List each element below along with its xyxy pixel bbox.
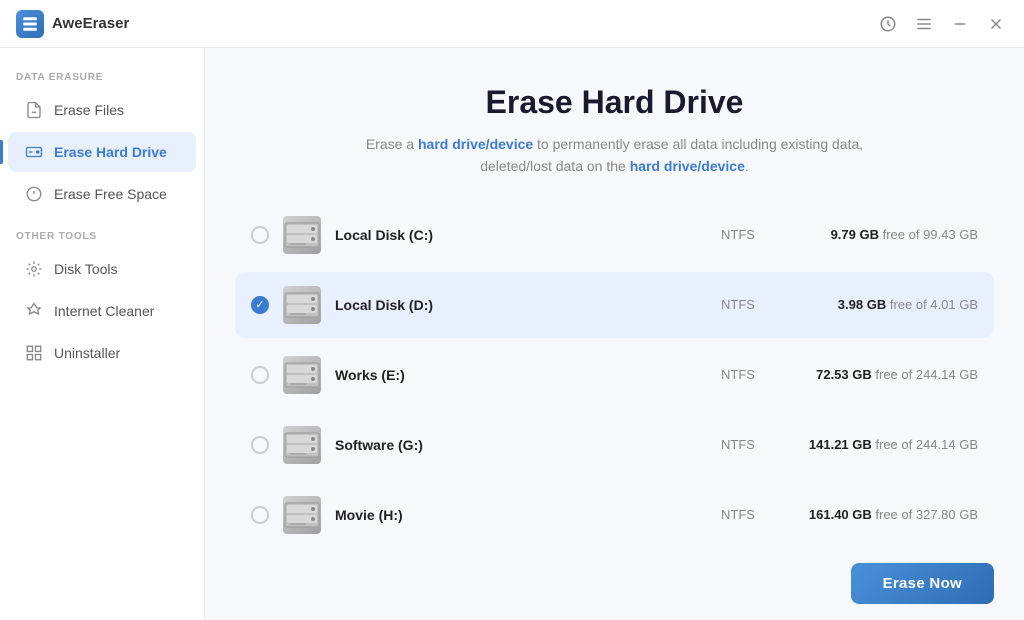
- main-layout: DATA ERASURE Erase Files Erase: [0, 48, 1024, 620]
- drive-radio: ✓: [251, 506, 269, 524]
- erase-now-button[interactable]: Erase Now: [851, 563, 994, 604]
- drive-icon: [283, 286, 321, 324]
- drive-name: Software (G:): [335, 437, 698, 453]
- drive-filesystem: NTFS: [698, 437, 778, 452]
- sidebar-item-erase-hard-drive-label: Erase Hard Drive: [54, 144, 167, 160]
- drive-row[interactable]: ✓ Works (E:)NTFS72.53 GB free of 244.14 …: [235, 342, 994, 408]
- menu-icon[interactable]: [912, 12, 936, 36]
- sidebar-item-erase-free-space[interactable]: Erase Free Space: [8, 174, 196, 214]
- drive-size: 9.79 GB free of 99.43 GB: [778, 227, 978, 242]
- drive-radio: ✓: [251, 296, 269, 314]
- sidebar-item-internet-cleaner[interactable]: Internet Cleaner: [8, 291, 196, 331]
- sidebar-item-erase-files[interactable]: Erase Files: [8, 90, 196, 130]
- drive-radio-check: ✓: [255, 298, 264, 311]
- sidebar: DATA ERASURE Erase Files Erase: [0, 48, 205, 620]
- erase-free-space-icon: [24, 184, 44, 204]
- sidebar-item-disk-tools[interactable]: Disk Tools: [8, 249, 196, 289]
- drive-radio: ✓: [251, 366, 269, 384]
- data-erasure-label: DATA ERASURE: [0, 72, 204, 83]
- close-icon[interactable]: [984, 12, 1008, 36]
- sidebar-item-internet-cleaner-label: Internet Cleaner: [54, 303, 154, 319]
- drive-filesystem: NTFS: [698, 227, 778, 242]
- drive-row[interactable]: ✓ Software (G:)NTFS141.21 GB free of 244…: [235, 412, 994, 478]
- app-icon: [16, 10, 44, 38]
- sidebar-item-erase-files-label: Erase Files: [54, 102, 124, 118]
- drive-list[interactable]: ✓ Local Disk (C:)NTFS9.79 GB free of 99.…: [205, 202, 1024, 547]
- drive-icon: [283, 426, 321, 464]
- drive-size: 72.53 GB free of 244.14 GB: [778, 367, 978, 382]
- sidebar-item-erase-free-space-label: Erase Free Space: [54, 186, 167, 202]
- drive-name: Works (E:): [335, 367, 698, 383]
- content-footer: Erase Now: [205, 547, 1024, 620]
- erase-hard-drive-icon: [24, 142, 44, 162]
- drive-row[interactable]: ✓ Local Disk (D:)NTFS3.98 GB free of 4.0…: [235, 272, 994, 338]
- drive-row[interactable]: ✓ Movie (H:)NTFS161.40 GB free of 327.80…: [235, 482, 994, 547]
- sidebar-item-uninstaller-label: Uninstaller: [54, 345, 120, 361]
- drive-icon: [283, 356, 321, 394]
- disk-tools-icon: [24, 259, 44, 279]
- sidebar-item-uninstaller[interactable]: Uninstaller: [8, 333, 196, 373]
- uninstaller-icon: [24, 343, 44, 363]
- drive-size: 161.40 GB free of 327.80 GB: [778, 507, 978, 522]
- history-icon[interactable]: [876, 12, 900, 36]
- content-area: Erase Hard Drive Erase a hard drive/devi…: [205, 48, 1024, 620]
- drive-filesystem: NTFS: [698, 297, 778, 312]
- internet-cleaner-icon: [24, 301, 44, 321]
- drive-icon: [283, 496, 321, 534]
- drive-radio: ✓: [251, 436, 269, 454]
- drive-filesystem: NTFS: [698, 367, 778, 382]
- erase-files-icon: [24, 100, 44, 120]
- page-description: Erase a hard drive/device to permanently…: [245, 133, 984, 178]
- drive-size: 141.21 GB free of 244.14 GB: [778, 437, 978, 452]
- drive-name: Local Disk (D:): [335, 297, 698, 313]
- drive-row[interactable]: ✓ Local Disk (C:)NTFS9.79 GB free of 99.…: [235, 202, 994, 268]
- content-header: Erase Hard Drive Erase a hard drive/devi…: [205, 48, 1024, 202]
- title-bar-controls: [876, 12, 1008, 36]
- title-bar-left: AweEraser: [16, 10, 129, 38]
- app-title: AweEraser: [52, 15, 129, 32]
- drive-name: Local Disk (C:): [335, 227, 698, 243]
- sidebar-item-erase-hard-drive[interactable]: Erase Hard Drive: [8, 132, 196, 172]
- drive-name: Movie (H:): [335, 507, 698, 523]
- drive-icon: [283, 216, 321, 254]
- page-title: Erase Hard Drive: [245, 84, 984, 121]
- drive-filesystem: NTFS: [698, 507, 778, 522]
- other-tools-label: OTHER TOOLS: [0, 231, 204, 242]
- drive-size: 3.98 GB free of 4.01 GB: [778, 297, 978, 312]
- drive-radio: ✓: [251, 226, 269, 244]
- sidebar-item-disk-tools-label: Disk Tools: [54, 261, 118, 277]
- title-bar: AweEraser: [0, 0, 1024, 48]
- minimize-icon[interactable]: [948, 12, 972, 36]
